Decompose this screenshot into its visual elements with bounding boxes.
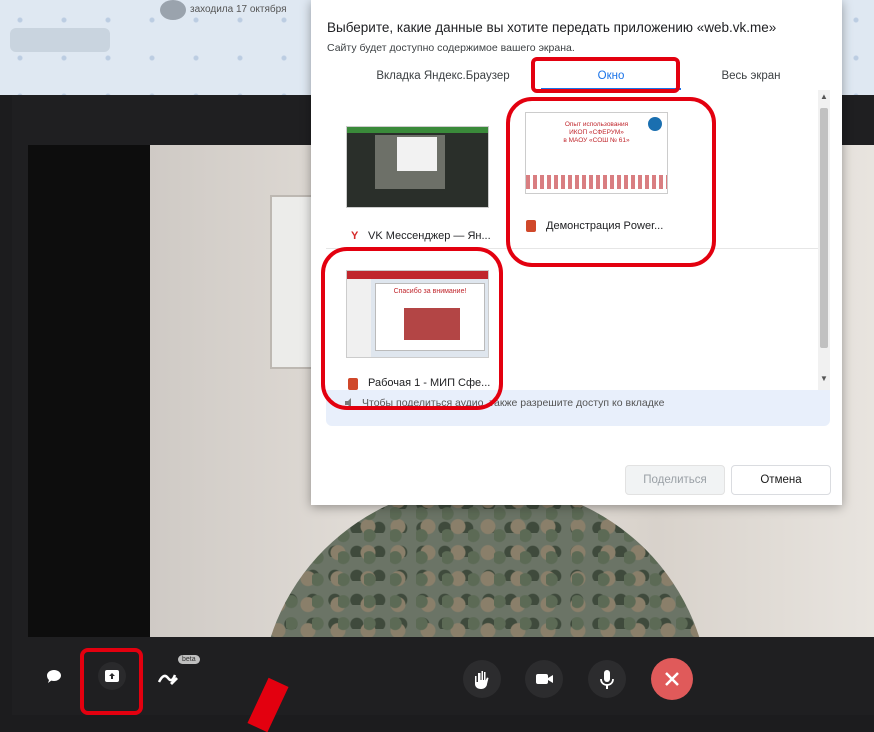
microphone-button[interactable] <box>588 660 626 698</box>
scroll-up-icon[interactable]: ▲ <box>819 92 829 101</box>
hand-icon <box>475 671 489 689</box>
video-side-panel <box>28 145 153 637</box>
chat-bubble-icon <box>47 670 61 683</box>
search-box <box>10 28 110 52</box>
whiteboard-icon <box>157 674 178 685</box>
cancel-button[interactable]: Отмена <box>731 465 831 495</box>
beta-badge: beta <box>178 655 200 664</box>
thumb-topbar <box>347 127 488 133</box>
share-button[interactable]: Поделиться <box>625 465 725 495</box>
tab-entire-screen[interactable]: Весь экран <box>691 70 811 82</box>
thumb-dialog <box>397 137 437 171</box>
microphone-icon <box>600 670 614 689</box>
annotation-highlight-rabochaya-window <box>321 247 503 410</box>
dialog-title: Выберите, какие данные вы хотите передат… <box>327 20 777 35</box>
avatar <box>160 0 186 20</box>
window-thumbnail-vk-messenger[interactable] <box>346 126 489 208</box>
annotation-highlight-window-tab <box>531 57 680 93</box>
raise-hand-button[interactable] <box>463 660 501 698</box>
window-label-vk-messenger[interactable]: VK Мессенджер — Ян... <box>368 230 491 242</box>
yandex-browser-icon: Y <box>351 230 359 242</box>
scrollbar[interactable]: ▲ ▼ <box>818 90 830 390</box>
end-call-button[interactable] <box>651 658 693 700</box>
annotation-highlight-share-button <box>80 648 143 715</box>
scroll-down-icon[interactable]: ▼ <box>819 374 829 383</box>
camera-button[interactable] <box>525 660 563 698</box>
camera-icon <box>536 674 553 684</box>
close-icon <box>665 672 679 686</box>
annotation-highlight-powerpoint-window <box>506 97 716 267</box>
whiteboard-button[interactable] <box>152 662 182 692</box>
scroll-thumb[interactable] <box>820 108 828 348</box>
tab-browser-tab[interactable]: Вкладка Яндекс.Браузер <box>373 70 513 82</box>
last-seen-status: заходила 17 октября <box>190 4 287 15</box>
dialog-subtitle: Сайту будет доступно содержимое вашего э… <box>327 42 575 54</box>
person-in-video <box>260 485 710 637</box>
chat-button[interactable] <box>44 667 64 687</box>
